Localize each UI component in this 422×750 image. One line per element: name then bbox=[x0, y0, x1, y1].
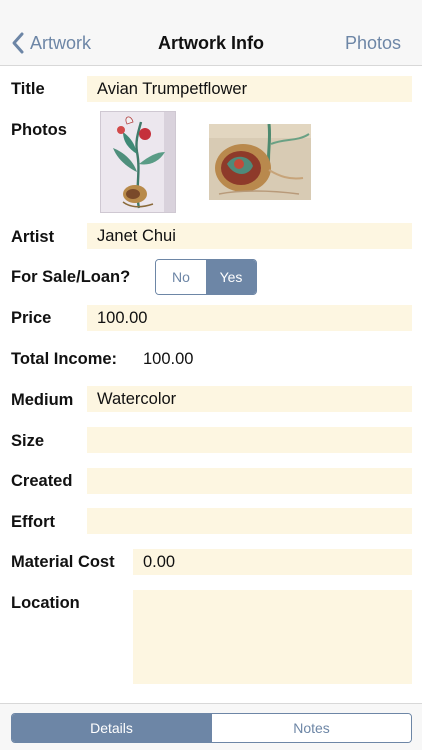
for-sale-yes-option[interactable]: Yes bbox=[206, 260, 256, 294]
material-cost-label: Material Cost bbox=[11, 553, 115, 571]
title-label: Title bbox=[11, 80, 45, 98]
size-label: Size bbox=[11, 432, 45, 450]
navigation-bar: Artwork Artwork Info Photos bbox=[0, 0, 422, 66]
detail-painting-image bbox=[209, 124, 311, 200]
total-income-value: 100.00 bbox=[143, 350, 194, 368]
bottom-toolbar: Details Notes bbox=[0, 703, 422, 750]
size-field[interactable] bbox=[87, 427, 412, 453]
tab-details[interactable]: Details bbox=[12, 714, 211, 742]
created-label: Created bbox=[11, 472, 73, 490]
price-field[interactable]: 100.00 bbox=[87, 305, 412, 331]
price-label: Price bbox=[11, 309, 52, 327]
for-sale-toggle[interactable]: No Yes bbox=[155, 259, 257, 295]
total-income-label: Total Income: bbox=[11, 350, 118, 368]
title-field[interactable]: Avian Trumpetflower bbox=[87, 76, 412, 102]
location-label: Location bbox=[11, 594, 80, 612]
photos-label: Photos bbox=[11, 121, 67, 139]
medium-field[interactable]: Watercolor bbox=[87, 386, 412, 412]
effort-field[interactable] bbox=[87, 508, 412, 534]
artist-field[interactable]: Janet Chui bbox=[87, 223, 412, 249]
effort-label: Effort bbox=[11, 513, 55, 531]
location-textarea[interactable] bbox=[133, 590, 412, 684]
for-sale-label: For Sale/Loan? bbox=[11, 268, 131, 286]
artwork-photo-detail[interactable] bbox=[209, 124, 311, 200]
created-field[interactable] bbox=[87, 468, 412, 494]
flower-painting-image bbox=[101, 112, 175, 212]
artist-label: Artist bbox=[11, 228, 55, 246]
for-sale-no-option[interactable]: No bbox=[156, 260, 206, 294]
photos-button[interactable]: Photos bbox=[345, 33, 401, 54]
tab-notes[interactable]: Notes bbox=[211, 714, 411, 742]
medium-label: Medium bbox=[11, 391, 74, 409]
material-cost-field[interactable]: 0.00 bbox=[133, 549, 412, 575]
details-notes-segmented-control[interactable]: Details Notes bbox=[11, 713, 412, 743]
artwork-photo-thumbnail[interactable] bbox=[100, 111, 176, 213]
